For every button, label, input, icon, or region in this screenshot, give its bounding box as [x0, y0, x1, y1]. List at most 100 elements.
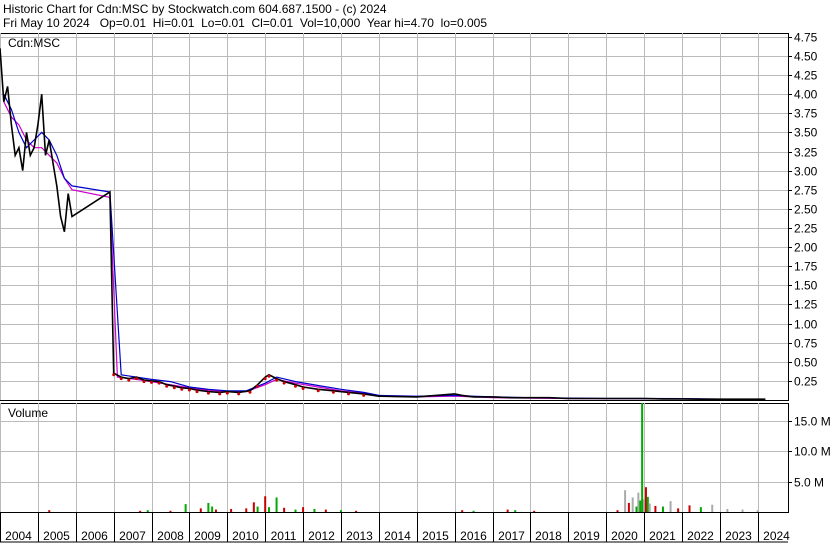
volume-bar	[252, 502, 255, 512]
x-tick-label: 2011	[271, 529, 297, 543]
price-close-marker	[263, 377, 267, 381]
price-close-marker	[362, 393, 366, 397]
volume-panel-label: Volume	[8, 406, 48, 420]
price-y-tick-label: 3.50	[794, 126, 818, 140]
price-close-marker	[267, 374, 271, 378]
x-tick-label: 2018	[535, 529, 562, 543]
x-tick-label: 2012	[308, 529, 335, 543]
volume-bar	[146, 510, 149, 512]
price-close-marker	[331, 390, 335, 394]
volume-bar	[461, 510, 464, 512]
price-y-tick-label: 4.75	[794, 31, 818, 45]
price-y-tick-label: 2.75	[794, 184, 818, 198]
volume-bar	[264, 496, 267, 512]
volume-bar	[184, 504, 187, 512]
x-tick-label: 2009	[194, 529, 221, 543]
volume-bar	[199, 508, 202, 512]
volume-bar	[267, 507, 270, 512]
price-close-marker	[172, 386, 176, 390]
price-y-tick-label: 2.50	[794, 203, 818, 217]
price-y-tick-label: 4.00	[794, 88, 818, 102]
volume-bar	[472, 510, 475, 512]
volume-bar	[169, 510, 172, 512]
x-tick-label: 2019	[573, 529, 600, 543]
volume-bar	[313, 508, 316, 512]
volume-bar	[514, 510, 517, 512]
price-close-marker	[157, 381, 161, 385]
volume-bar	[214, 509, 217, 512]
price-close-marker	[225, 391, 229, 395]
price-close-marker	[112, 373, 116, 377]
volume-bar	[741, 509, 744, 512]
price-y-tick-label: 1.25	[794, 298, 818, 312]
x-tick-label: 2010	[232, 529, 259, 543]
x-tick-label: 2006	[81, 529, 108, 543]
x-tick-label: 2017	[498, 529, 525, 543]
chart-svg: 2004 2005 2006 2007 2008 2009 2010 2011 2012 2013…	[0, 31, 830, 543]
volume-bar	[639, 500, 642, 512]
x-tick-label: 2024	[763, 529, 790, 543]
volume-bar	[275, 497, 278, 512]
x-tick-label: 2004	[5, 529, 32, 543]
x-tick-label: 2020	[611, 529, 638, 543]
volume-bar	[230, 508, 233, 512]
volume-bar	[324, 509, 327, 512]
price-y-tick-label: 0.25	[794, 375, 818, 389]
volume-bar	[648, 503, 651, 512]
volume-bar	[646, 496, 649, 512]
volume-bar	[339, 510, 342, 512]
volume-bar	[624, 490, 627, 512]
price-y-tick-label: 1.50	[794, 279, 818, 293]
price-y-tick-label: 1.75	[794, 260, 818, 274]
volume-bar	[669, 501, 672, 512]
price-close-marker	[316, 389, 320, 393]
volume-bar	[616, 510, 619, 512]
historic-chart: Historic Chart for Cdn:MSC by Stockwatch…	[0, 0, 830, 543]
volume-bar	[294, 509, 297, 512]
price-y-tick-label: 3.75	[794, 107, 818, 121]
volume-bar	[139, 510, 142, 512]
volume-bar	[256, 506, 259, 512]
price-y-tick-label: 2.00	[794, 241, 818, 255]
volume-bar	[533, 510, 536, 512]
volume-bar	[283, 507, 286, 512]
x-tick-label: 2015	[422, 529, 449, 543]
price-y-tick-label: 0.50	[794, 356, 818, 370]
volume-bar	[637, 492, 640, 512]
volume-bar	[207, 502, 210, 512]
price-panel-label: Cdn:MSC	[8, 36, 60, 50]
volume-y-tick-label: 15.0 M	[794, 415, 830, 429]
volume-bar	[699, 507, 702, 512]
price-y-tick-label: 3.00	[794, 165, 818, 179]
volume-bar	[506, 509, 509, 512]
price-close-marker	[127, 378, 131, 382]
price-close-marker	[256, 384, 260, 388]
price-y-tick-label: 0.75	[794, 337, 818, 351]
price-close-marker	[119, 377, 123, 381]
x-tick-label: 2021	[649, 529, 676, 543]
price-y-tick-label: 4.50	[794, 50, 818, 64]
price-close-marker	[134, 377, 138, 381]
volume-bar	[245, 508, 248, 512]
price-close-marker	[206, 391, 210, 395]
price-y-tick-label: 4.25	[794, 69, 818, 83]
x-tick-label: 2007	[119, 529, 146, 543]
price-close-marker	[248, 390, 252, 394]
volume-bar	[631, 497, 634, 512]
volume-bar	[355, 510, 358, 512]
volume-bar	[654, 505, 657, 512]
volume-bar	[711, 504, 714, 512]
price-panel-frame	[0, 33, 789, 401]
volume-bar	[211, 506, 214, 512]
x-tick-label: 2014	[384, 529, 411, 543]
volume-bar	[302, 507, 305, 512]
volume-bar	[677, 508, 680, 512]
price-y-tick-label: 2.25	[794, 222, 818, 236]
x-tick-label: 2022	[687, 529, 714, 543]
volume-bar	[644, 487, 647, 512]
price-close-marker	[187, 388, 191, 392]
volume-bar	[661, 506, 664, 512]
x-tick-label: 2008	[157, 529, 184, 543]
price-y-tick-label: 3.25	[794, 146, 818, 160]
volume-bar	[48, 510, 51, 512]
